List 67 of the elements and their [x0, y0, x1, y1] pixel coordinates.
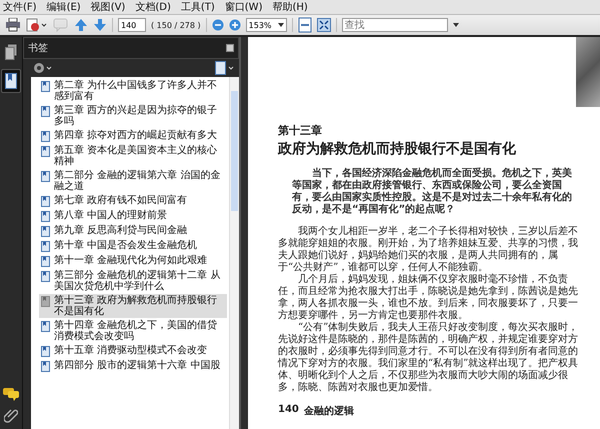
search-field[interactable]: 查找 — [342, 18, 448, 32]
down-arrow-icon[interactable] — [93, 18, 107, 32]
bookmark-item[interactable]: 第二章 为什么中国钱多了许多人并不感到富有 — [39, 79, 227, 103]
bookmark-item[interactable]: 第七章 政府有钱不如民间富有 — [39, 194, 227, 208]
menu-item[interactable]: 视图(V) — [90, 0, 126, 14]
bookmark-item[interactable]: 第九章 反思高利贷与民间金融 — [39, 224, 227, 238]
paperclip-icon[interactable] — [4, 407, 18, 423]
bookmark-icon — [41, 361, 50, 372]
body-paragraph: 几个月后，妈妈发现，姐妹俩不仅穿衣服时毫不珍惜，不负责任，而且经常为抢衣服大打出手，陈晓说是她先拿到，陈茜说是她先拿，两人各抓衣服一头，谁也不放。到后来，同衣服要坏了，只要一方想要穿哪件，另一方肯定也要那件衣服。 — [278, 274, 579, 322]
bookmark-icon — [41, 81, 50, 92]
bookmark-item[interactable]: 第十三章 政府为解救危机而持股银行不是国有化 — [39, 294, 227, 318]
photo-placeholder — [576, 37, 600, 107]
bookmark-options-icon[interactable] — [215, 61, 235, 75]
body-paragraph: 我两个女儿相距一岁半，老二个子长得相对较快，三岁以后差不多就能穿姐姐的衣服。刚开始，为了培养姐妹互爱、共享的习惯，我夫人跟她们说好，妈妈给她们买的衣服，是两人共同拥有的，属于“公共财产”，谁都可以穿，任何人不能独霸。 — [278, 226, 579, 274]
bookmark-item[interactable]: 第五章 资本化是美国资本主义的核心精神 — [39, 144, 227, 168]
intro-paragraph: 当下，各国经济深陷金融危机而全面受损。危机之下，英美等国家，都在由政府接管银行、东西或保险公司，要么全资国有，要么由国家实质性控股。这是不是对过去二十余年私有化的反动，是不是“再国有化”的起点呢？ — [292, 168, 572, 216]
bookmark-item[interactable]: 第二部分 金融的逻辑第六章 治国的金融之道 — [39, 169, 227, 193]
bookmark-icon — [41, 346, 50, 357]
bookmark-icon — [41, 131, 50, 142]
page-count: ( 150 / 278 ) — [151, 20, 201, 30]
body-paragraph: “公有”体制失败后，我夫人王蓓只好改变制度，每次买衣服时，先说好这件是陈晓的，那件是陈茜的，明确产权，并规定谁要穿对方的衣服时，必须事先得到同意才行。不可以在没有得到所有者同意的情况下穿对方的衣服。我们家里的“私有制”就这样出现了。把产权具体、明晰化到个人之后，不仅那些为衣服而大吵大闹的场面减少很多，陈晓、陈茜对衣服也更加爱惜。 — [278, 322, 580, 394]
fit-page-icon[interactable] — [298, 17, 312, 33]
chapter-number: 第十三章 — [278, 123, 323, 138]
bookmark-icon — [41, 171, 50, 182]
up-arrow-icon[interactable] — [74, 18, 88, 32]
gear-icon[interactable] — [33, 62, 53, 74]
chapter-title: 政府为解救危机而持股银行不是国有化 — [278, 140, 517, 158]
bookmark-icon — [41, 321, 50, 332]
page-number: 140 — [278, 404, 299, 417]
bookmark-icon — [41, 106, 50, 117]
zoom-out-icon[interactable] — [212, 19, 224, 31]
full-screen-icon[interactable] — [316, 18, 331, 32]
menu-item[interactable]: 编辑(E) — [46, 0, 81, 14]
menu-item[interactable]: 文件(F) — [3, 0, 37, 14]
bookmark-item[interactable]: 第四章 掠夺对西方的崛起贡献有多大 — [39, 129, 227, 143]
bookmark-icon — [41, 226, 50, 237]
menu-item[interactable]: 窗口(W) — [224, 0, 262, 14]
scrollbar[interactable] — [229, 77, 239, 429]
bookmark-item[interactable]: 第三章 西方的兴起是因为掠夺的银子多吗 — [39, 104, 227, 128]
bookmarks-panel-tab[interactable] — [1, 69, 21, 93]
document-sign-icon[interactable] — [26, 18, 48, 32]
bookmark-icon — [41, 211, 50, 222]
bookmark-icon — [41, 256, 50, 267]
bookmark-item[interactable]: 第四部分 股市的逻辑第十六章 中国股 — [39, 359, 227, 373]
running-footer: 金融的逻辑 — [304, 404, 354, 418]
bookmark-icon — [41, 146, 50, 157]
comments-icon[interactable] — [3, 387, 19, 401]
panel-title: 书签 — [28, 42, 48, 55]
bookmark-item[interactable]: 第十五章 消费驱动型模式不会改变 — [39, 344, 227, 358]
bookmark-item[interactable]: 第十章 中国是否会发生金融危机 — [39, 239, 227, 253]
print-icon[interactable] — [5, 18, 21, 32]
menu-item[interactable]: 帮助(H) — [272, 0, 308, 14]
bookmark-icon — [41, 271, 50, 282]
bookmark-item[interactable]: 第十一章 金融现代化为何如此艰难 — [39, 254, 227, 268]
dropdown-caret-icon[interactable] — [278, 23, 284, 27]
bookmark-icon — [41, 196, 50, 207]
bookmark-icon — [41, 296, 50, 307]
bookmark-item[interactable]: 第三部分 金融危机的逻辑第十二章 从美国次贷危机中学到什么 — [39, 269, 227, 293]
bookmark-icon — [41, 241, 50, 252]
zoom-in-icon[interactable] — [228, 19, 241, 31]
menu-item[interactable]: 工具(T) — [180, 0, 215, 14]
menu-item[interactable]: 文档(D) — [135, 0, 171, 14]
bookmark-item[interactable]: 第八章 中国人的理财前景 — [39, 209, 227, 223]
page-number-field[interactable]: 140 — [118, 18, 146, 32]
bookmark-item[interactable]: 第十四章 金融危机之下，美国的借贷消费模式会改变吗 — [39, 319, 227, 343]
zoom-dropdown[interactable]: 153% — [246, 18, 287, 32]
dropdown-caret-icon[interactable] — [452, 23, 459, 27]
